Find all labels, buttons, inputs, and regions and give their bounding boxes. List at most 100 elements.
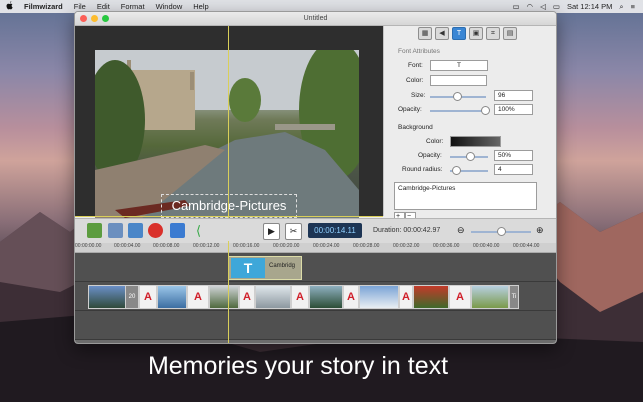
video-track: 20 A A A A A A A Ti (75, 282, 556, 311)
bg-opacity-field[interactable]: 50% (494, 150, 533, 161)
minimize-icon[interactable] (91, 15, 98, 22)
bg-opacity-label: Opacity: (418, 152, 442, 159)
tick-label: 00:00:00.00 (75, 243, 102, 249)
clock[interactable]: Sat 12:14 PM (567, 2, 612, 11)
record-icon[interactable] (148, 223, 163, 238)
text-clip[interactable]: T Cambridg (228, 256, 302, 280)
bg-color-well[interactable] (450, 136, 501, 147)
menu-window[interactable]: Window (156, 2, 183, 11)
effects-icon[interactable]: ▣ (469, 27, 483, 40)
text-clip-icon: T (231, 258, 265, 278)
caption-text-editor[interactable]: Cambridge-Pictures (394, 182, 537, 210)
section-font-attributes: Font Attributes (398, 48, 440, 55)
transition-clip[interactable]: A (399, 285, 413, 309)
menu-help[interactable]: Help (193, 2, 208, 11)
color-well[interactable] (430, 75, 487, 86)
close-icon[interactable] (80, 15, 87, 22)
tick-label: 00:00:32.00 (393, 243, 420, 249)
status-area: ▭ ◠ ◁ ▭ Sat 12:14 PM ⌕ ≡ (512, 2, 635, 12)
tick-label: 00:00:40.00 (473, 243, 500, 249)
inspector-tabs: ▦ ◀ T ▣ ⌗ ▤ (384, 26, 556, 41)
video-clip[interactable] (209, 285, 239, 309)
battery-icon[interactable]: ▭ (553, 2, 560, 11)
inspector-panel: ▦ ◀ T ▣ ⌗ ▤ Font Attributes Font: T Colo… (383, 26, 556, 222)
opacity-field[interactable]: 100% (494, 104, 533, 115)
zoom-icon[interactable] (102, 15, 109, 22)
caption-overlay[interactable]: Cambridge-Pictures (161, 194, 297, 218)
round-radius-field[interactable]: 4 (494, 164, 533, 175)
video-preview[interactable]: Cambridge-Pictures (75, 26, 383, 232)
app-window: Untitled Cambridge-Pictures ▦ ◀ T ▣ ⌗ ▤ … (74, 11, 557, 344)
font-label: Font: (408, 62, 423, 69)
menu-format[interactable]: Format (121, 2, 145, 11)
zoom-slider-knob[interactable] (497, 227, 506, 236)
bg-opacity-slider-knob[interactable] (466, 152, 475, 161)
horizontal-guide (75, 216, 383, 217)
list-icon[interactable]: ≡ (631, 2, 635, 11)
edit-toolbar: ⟨ ▶ ✂ 00:00:14.11 Duration: 00:00:42.97 … (75, 218, 556, 244)
video-clip[interactable] (255, 285, 291, 309)
video-clip[interactable] (309, 285, 343, 309)
video-clip[interactable]: Ti (509, 285, 519, 309)
export-icon[interactable]: ▤ (503, 27, 517, 40)
tick-label: 00:00:04.00 (114, 243, 141, 249)
round-radius-slider-knob[interactable] (452, 166, 461, 175)
zoom-in-icon[interactable]: ⊕ (536, 225, 544, 236)
video-clip[interactable] (413, 285, 449, 309)
spotlight-icon[interactable]: ⌕ (619, 2, 623, 12)
transition-clip[interactable]: A (187, 285, 209, 309)
video-clip[interactable] (88, 285, 126, 309)
window-title: Untitled (303, 15, 328, 22)
tick-label: 00:00:36.00 (433, 243, 460, 249)
text-tab-icon[interactable]: T (452, 27, 466, 40)
time-ruler[interactable]: 00:00:00.00 00:00:04.00 00:00:08.00 00:0… (75, 243, 556, 253)
menu-edit[interactable]: Edit (97, 2, 110, 11)
text-track: T Cambridg (75, 253, 556, 282)
transition-clip[interactable]: A (343, 285, 359, 309)
text-clip-label: Cambridg (269, 263, 296, 269)
video-clip[interactable] (471, 285, 509, 309)
tick-label: 00:00:12.00 (193, 243, 220, 249)
size-label: Size: (411, 92, 426, 99)
airplay-icon[interactable]: ▭ (512, 2, 519, 11)
crop-icon[interactable]: ⌗ (486, 27, 500, 40)
menu-file[interactable]: File (74, 2, 86, 11)
opacity-slider-knob[interactable] (481, 106, 490, 115)
transition-clip[interactable]: A (291, 285, 309, 309)
duration-label: Duration: 00:00:42.97 (373, 227, 441, 234)
vertical-guide (228, 26, 229, 232)
import-icon[interactable] (128, 223, 143, 238)
wifi-icon[interactable]: ◠ (527, 2, 534, 11)
tick-label: 00:00:16.00 (233, 243, 260, 249)
menu-app-name[interactable]: Filmwizard (24, 2, 63, 11)
audio-track (75, 311, 556, 340)
tick-label: 00:00:08.00 (153, 243, 180, 249)
opacity-slider[interactable] (430, 110, 486, 112)
apple-icon[interactable] (6, 1, 16, 12)
transition-clip[interactable]: A (239, 285, 255, 309)
play-icon[interactable]: ▶ (263, 223, 280, 240)
playhead[interactable] (228, 241, 229, 343)
title-bar: Untitled (75, 12, 556, 26)
zoom-out-icon[interactable]: ⊖ (457, 225, 465, 236)
font-picker-button[interactable]: T (430, 60, 488, 71)
add-audio-icon[interactable] (108, 223, 123, 238)
opacity-label: Opacity: (398, 106, 422, 113)
video-clip[interactable] (359, 285, 399, 309)
transition-clip[interactable]: A (449, 285, 471, 309)
video-clip[interactable]: 20 (125, 285, 139, 309)
bg-color-label: Color: (426, 138, 444, 145)
scissors-icon[interactable]: ✂ (285, 223, 302, 240)
film-icon[interactable]: ▦ (418, 27, 432, 40)
size-slider-knob[interactable] (453, 92, 462, 101)
tick-label: 00:00:24.00 (313, 243, 340, 249)
marketing-headline: Memories your story in text (147, 352, 449, 380)
size-field[interactable]: 96 (494, 90, 533, 101)
save-icon[interactable] (170, 223, 185, 238)
audio-icon[interactable]: ◀ (435, 27, 449, 40)
add-media-icon[interactable] (87, 223, 102, 238)
share-icon[interactable]: ⟨ (191, 223, 206, 238)
sound-icon[interactable]: ◁ (540, 2, 546, 11)
video-clip[interactable] (157, 285, 187, 309)
transition-clip[interactable]: A (139, 285, 157, 309)
